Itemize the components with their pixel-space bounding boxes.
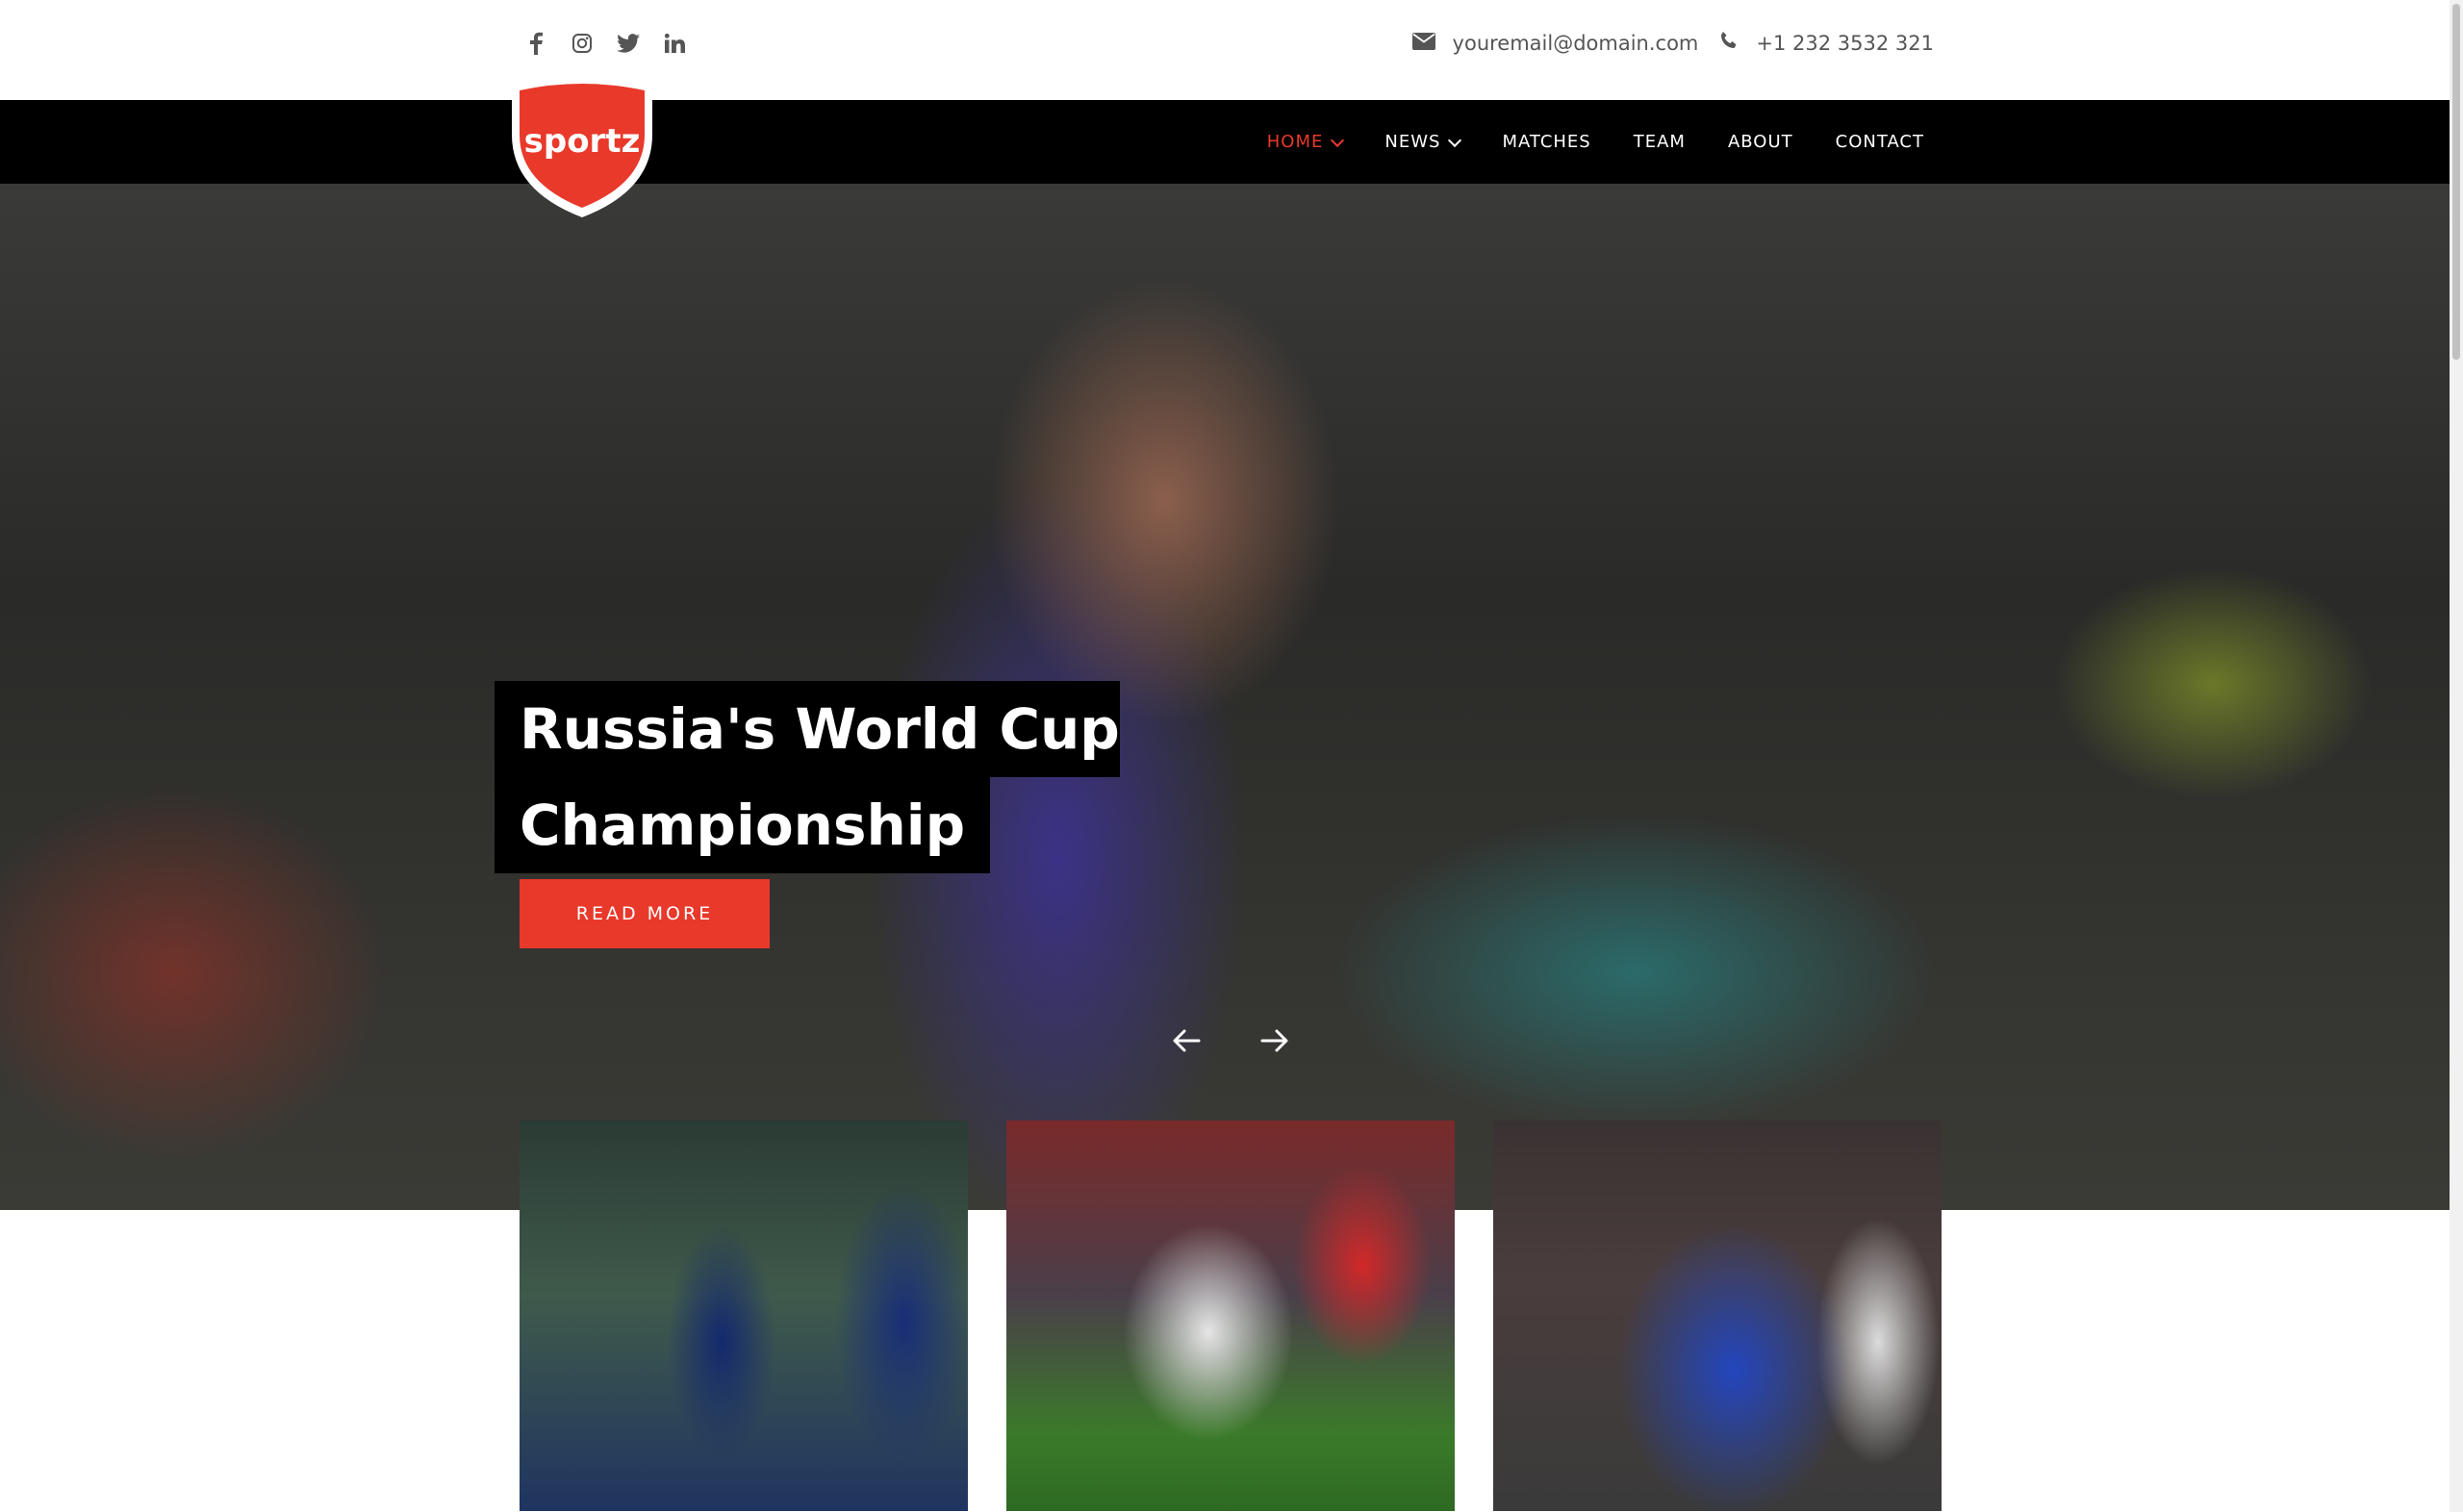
hero-title-line2: Championship — [495, 777, 991, 873]
email-text: youremail@domain.com — [1452, 31, 1699, 55]
nav-about-label: ABOUT — [1727, 132, 1793, 152]
phone-icon — [1719, 31, 1739, 55]
twitter-icon[interactable] — [616, 31, 641, 56]
chevron-down-icon — [1448, 133, 1462, 147]
nav-team[interactable]: TEAM — [1634, 132, 1686, 152]
nav-menu: HOME NEWS MATCHES TEAM ABOUT CONTACT — [1267, 100, 1924, 184]
nav-about[interactable]: ABOUT — [1728, 132, 1793, 152]
linkedin-icon[interactable] — [662, 31, 687, 56]
chevron-down-icon — [1331, 133, 1345, 147]
envelope-icon — [1411, 32, 1435, 55]
hero-title-line1: Russia's World Cup — [495, 681, 1120, 777]
nav-news[interactable]: NEWS — [1384, 132, 1462, 152]
arrow-left-icon[interactable] — [1167, 1021, 1206, 1060]
contact-email[interactable]: youremail@domain.com — [1411, 31, 1699, 55]
sportz-logo[interactable]: sportz — [502, 77, 662, 221]
nav-contact-label: CONTACT — [1835, 132, 1924, 152]
facebook-icon[interactable] — [523, 31, 548, 56]
hero-slider — [0, 184, 2463, 1210]
page-scrollbar[interactable] — [2450, 0, 2463, 1512]
main-navbar — [0, 100, 2463, 184]
nav-home-label: HOME — [1266, 132, 1324, 152]
top-bar: youremail@domain.com +1 232 3532 321 — [0, 0, 2463, 100]
contact-phone[interactable]: +1 232 3532 321 — [1719, 31, 1934, 55]
contact-info: youremail@domain.com +1 232 3532 321 — [1411, 31, 1934, 55]
nav-team-label: TEAM — [1633, 132, 1686, 152]
hero-title: Russia's World Cup Championship — [495, 681, 1120, 873]
social-links — [523, 31, 687, 56]
news-card-image[interactable] — [520, 1121, 968, 1511]
news-card-image[interactable] — [1493, 1121, 1942, 1511]
nav-matches-label: MATCHES — [1502, 132, 1591, 152]
arrow-right-icon[interactable] — [1256, 1021, 1294, 1060]
news-card-image[interactable] — [1006, 1121, 1455, 1511]
hero-background-image — [0, 184, 2463, 1210]
logo-text: sportz — [524, 122, 641, 161]
scrollbar-thumb[interactable] — [2452, 4, 2460, 360]
nav-news-label: NEWS — [1384, 132, 1441, 152]
nav-matches[interactable]: MATCHES — [1502, 132, 1590, 152]
instagram-icon[interactable] — [570, 31, 595, 56]
nav-home[interactable]: HOME — [1266, 132, 1345, 152]
nav-contact[interactable]: CONTACT — [1836, 132, 1924, 152]
phone-text: +1 232 3532 321 — [1756, 31, 1934, 55]
read-more-button[interactable]: READ MORE — [520, 879, 770, 948]
